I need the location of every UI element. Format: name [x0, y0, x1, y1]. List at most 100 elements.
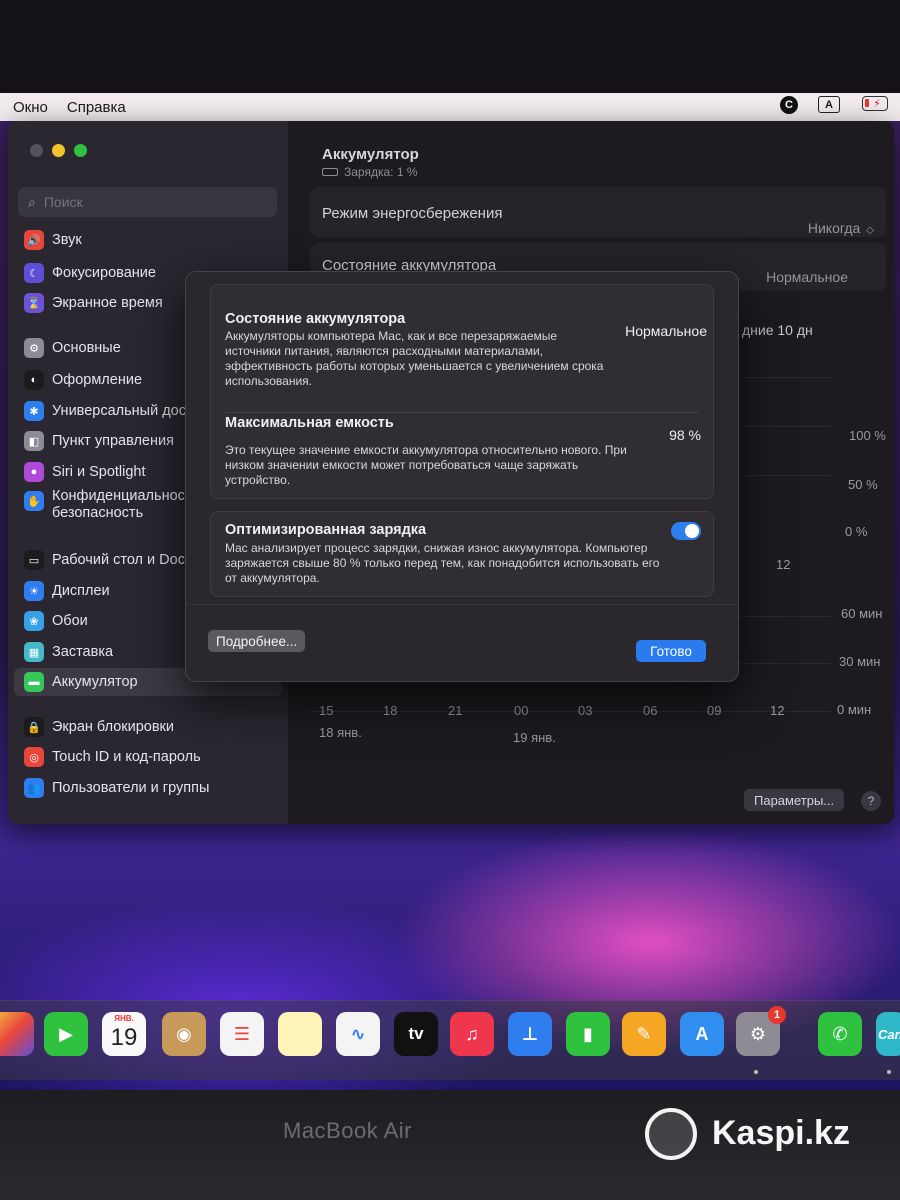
sheet-health-desc: Аккумуляторы компьютера Mac, как и все п…	[225, 329, 604, 388]
macbook-label: MacBook Air	[283, 1118, 412, 1143]
desktop-dock-icon: ▭	[24, 550, 44, 570]
sidebar-item-label: Пункт управления	[52, 433, 174, 449]
dock-photos-icon[interactable]	[0, 1012, 34, 1056]
dock-pages-icon[interactable]: ✎	[622, 1012, 666, 1056]
done-button[interactable]: Готово	[636, 640, 706, 662]
sidebar-item[interactable]: 🔊 Звук	[14, 226, 282, 254]
time-tick: 21	[448, 703, 463, 718]
sidebar-item[interactable]: ◎ Touch ID и код-пароль	[14, 743, 282, 771]
dock-music-icon[interactable]: ♫	[450, 1012, 494, 1056]
optimized-charging-toggle[interactable]	[671, 522, 701, 540]
sidebar-item-label: Дисплеи	[52, 583, 110, 599]
watermark-text: Kaspi.kz	[712, 1114, 850, 1152]
time-tick: 12	[770, 703, 785, 718]
health-card: Состояние аккумулятора Нормальное Аккуму…	[210, 284, 714, 499]
dock-facetime-icon[interactable]: ▶	[44, 1012, 88, 1056]
control-center-icon: ◧	[24, 431, 44, 451]
lock-icon: 🔒	[24, 717, 44, 737]
options-button[interactable]: Параметры...	[744, 789, 845, 811]
sidebar-item-label: Звук	[52, 232, 82, 248]
search-input[interactable]	[43, 194, 244, 210]
help-button[interactable]: ?	[861, 791, 881, 811]
level-tick-100: 100 %	[849, 428, 886, 443]
gear-icon: ⚙	[24, 338, 44, 358]
dock-keynote-icon[interactable]: ⊥	[508, 1012, 552, 1056]
sidebar-item-label: Оформление	[52, 372, 143, 388]
dock-notes-icon[interactable]	[278, 1012, 322, 1056]
dock-tv-icon[interactable]: tv	[394, 1012, 438, 1056]
window-minimize-button[interactable]	[52, 144, 65, 157]
speaker-icon: 🔊	[24, 230, 44, 250]
fingerprint-icon: ◎	[24, 747, 44, 767]
page-title: Аккумулятор	[322, 146, 419, 163]
sidebar-item-label: Touch ID и код-пароль	[52, 749, 201, 765]
battery-mini-icon	[322, 168, 338, 176]
hand-icon: ✋	[24, 491, 44, 511]
accessibility-icon: ✱	[24, 401, 44, 421]
low-power-value[interactable]: Никогда ◇	[808, 220, 874, 236]
sheet-optimized-desc: Mac анализирует процесс зарядки, снижая …	[225, 541, 660, 585]
battery-icon: ▬	[24, 672, 44, 692]
date-label-1: 18 янв.	[319, 725, 362, 740]
dock-reminders-icon[interactable]: ☰	[220, 1012, 264, 1056]
charge-text: Зарядка: 1 %	[344, 165, 418, 179]
low-power-label: Режим энергосбережения	[322, 205, 503, 222]
dock-canva-icon[interactable]: Can	[876, 1012, 900, 1056]
screensaver-icon: ▦	[24, 642, 44, 662]
display-icon: ☀	[24, 581, 44, 601]
dock-freeform-icon[interactable]: ∿	[336, 1012, 380, 1056]
status-c-icon[interactable]: C	[780, 96, 798, 114]
dock-whatsapp-icon[interactable]: ✆	[818, 1012, 862, 1056]
level-chart-tick-12: 12	[776, 557, 791, 572]
window-zoom-button[interactable]	[74, 144, 87, 157]
dock-calendar-icon[interactable]: ЯНВ. 19	[102, 1012, 146, 1056]
usage-tick-30: 30 мин	[839, 654, 881, 669]
menu-window[interactable]: Окно	[13, 99, 48, 116]
time-tick: 18	[383, 703, 398, 718]
notification-badge: 1	[768, 1006, 786, 1024]
sidebar-item-label: Аккумулятор	[52, 674, 138, 690]
moon-icon: ☾	[24, 263, 44, 283]
sheet-capacity-desc: Это текущее значение емкости аккумулятор…	[225, 443, 627, 487]
time-tick: 06	[643, 703, 658, 718]
sidebar-item[interactable]: 👥 Пользователи и группы	[14, 774, 282, 802]
sidebar-item-label: Экранное время	[52, 295, 163, 311]
battery-status-icon[interactable]: ⚡	[862, 96, 888, 111]
sidebar-item-label: Siri и Spotlight	[52, 464, 146, 480]
watermark-logo	[645, 1108, 697, 1160]
search-field[interactable]: ⌕	[18, 187, 277, 217]
usage-tick-0: 0 мин	[837, 702, 872, 717]
sidebar-item-label: Заставка	[52, 644, 114, 660]
input-source-icon[interactable]: A	[818, 96, 840, 113]
sidebar-item[interactable]: 🔒 Экран блокировки	[14, 713, 282, 741]
sidebar-item-label: Рабочий стол и Dock	[52, 552, 193, 568]
sheet-capacity-value: 98 %	[669, 427, 701, 443]
menu-help[interactable]: Справка	[67, 99, 126, 116]
running-indicator	[754, 1070, 758, 1074]
battery-health-sheet: Состояние аккумулятора Нормальное Аккуму…	[185, 271, 739, 682]
dock-system-settings-icon[interactable]: ⚙ 1	[736, 1006, 786, 1056]
time-tick: 03	[578, 703, 593, 718]
appearance-icon: ◐	[24, 370, 44, 390]
usage-tick-60: 60 мин	[841, 606, 883, 621]
sheet-health-title: Состояние аккумулятора	[225, 311, 406, 327]
sidebar-item-label: Фокусирование	[52, 265, 156, 281]
sidebar-item-label: Экран блокировки	[52, 719, 174, 735]
low-power-row[interactable]: Режим энергосбережения Никогда ◇	[310, 187, 886, 237]
sidebar-item-label: Пользователи и группы	[52, 780, 210, 796]
charge-status: Зарядка: 1 %	[322, 165, 418, 179]
dock-numbers-icon[interactable]: ▮	[566, 1012, 610, 1056]
wallpaper-icon: ❀	[24, 611, 44, 631]
more-info-button[interactable]: Подробнее...	[208, 630, 306, 652]
chevron-updown-icon: ◇	[866, 225, 874, 236]
time-tick: 09	[707, 703, 722, 718]
sidebar-item-label: Основные	[52, 340, 121, 356]
search-icon: ⌕	[28, 193, 36, 210]
level-tick-0: 0 %	[845, 524, 868, 539]
dock-contacts-icon[interactable]: ◉	[162, 1012, 206, 1056]
dock-app-store-icon[interactable]: A	[680, 1012, 724, 1056]
siri-icon: ●	[24, 462, 44, 482]
sidebar-item-label: Обои	[52, 613, 88, 629]
range-label: дние 10 дн	[742, 322, 813, 338]
window-close-button[interactable]	[30, 144, 43, 157]
